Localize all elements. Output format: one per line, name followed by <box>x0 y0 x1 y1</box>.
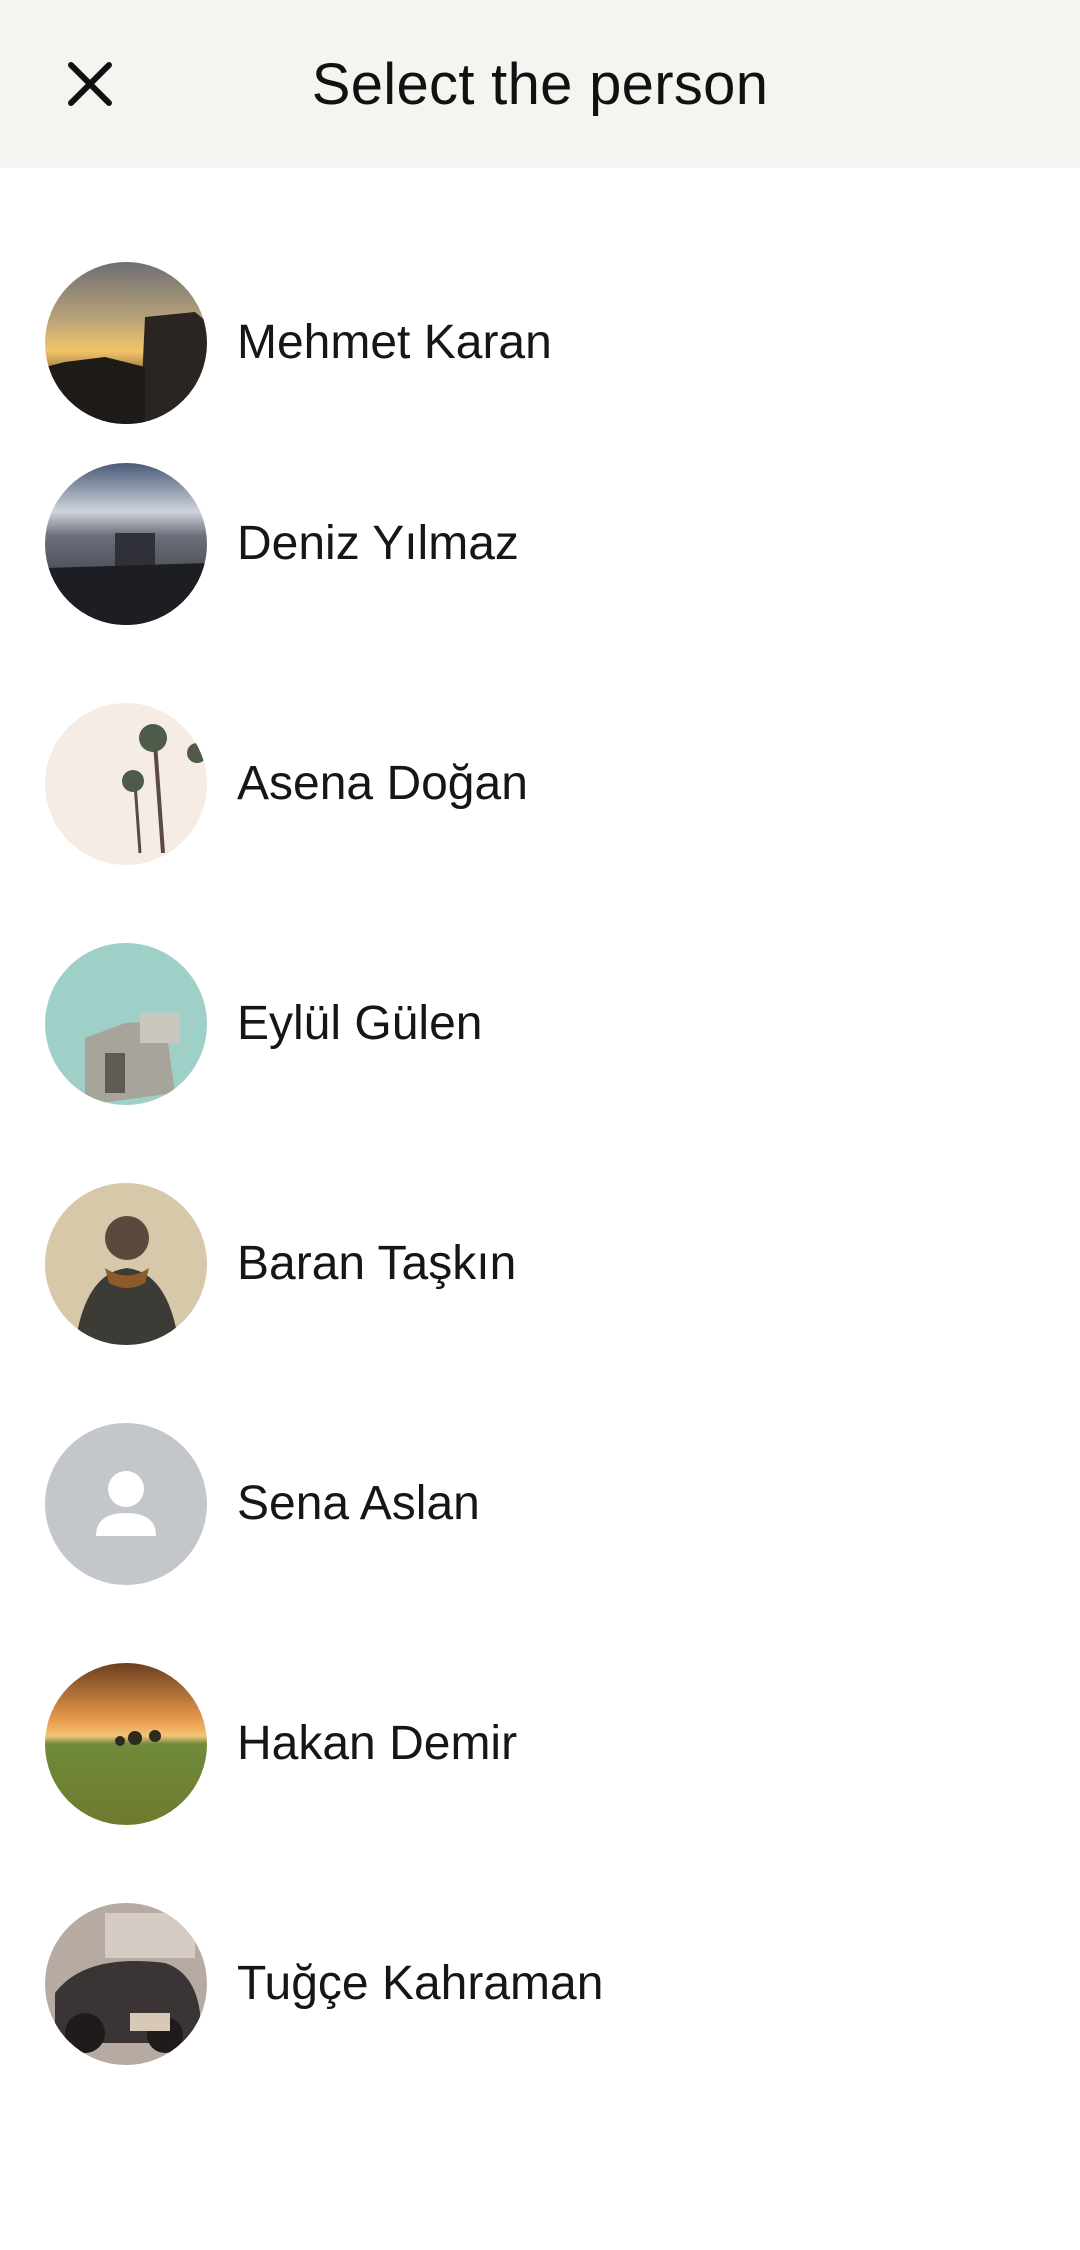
old-building-sky-photo <box>45 943 207 1105</box>
city-sunset-photo <box>45 262 207 424</box>
avatar <box>45 262 207 424</box>
contact-item[interactable]: Asena Doğan <box>0 664 1080 904</box>
avatar <box>45 943 207 1105</box>
contact-item[interactable]: Hakan Demir <box>0 1624 1080 1864</box>
contact-name: Eylül Gülen <box>237 997 483 1050</box>
avatar <box>45 703 207 865</box>
contact-list: Mehmet Karan Deniz Yılmaz Asena Doğan Ey… <box>0 168 1080 2104</box>
avatar <box>45 463 207 625</box>
contact-item[interactable]: Mehmet Karan <box>0 262 1080 424</box>
contact-name: Mehmet Karan <box>237 316 552 369</box>
avatar <box>45 1663 207 1825</box>
default-person-icon <box>45 1423 207 1585</box>
contact-name: Tuğçe Kahraman <box>237 1957 604 2010</box>
contact-name: Deniz Yılmaz <box>237 517 519 570</box>
contact-item[interactable]: Baran Taşkın <box>0 1144 1080 1384</box>
header-bar: Select the person <box>0 0 1080 168</box>
contact-item[interactable]: Tuğçe Kahraman <box>0 1864 1080 2104</box>
contact-picker-screen: Select the person Mehmet Karan Deniz Yıl… <box>0 0 1080 2250</box>
page-title: Select the person <box>311 52 769 117</box>
avatar <box>45 1423 207 1585</box>
vintage-car-photo <box>45 1903 207 2065</box>
palm-trees-photo <box>45 703 207 865</box>
contact-item[interactable]: Deniz Yılmaz <box>0 424 1080 664</box>
contact-name: Baran Taşkın <box>237 1237 517 1290</box>
contact-item[interactable]: Eylül Gülen <box>0 904 1080 1144</box>
contact-name: Hakan Demir <box>237 1717 518 1770</box>
field-sunset-photo <box>45 1663 207 1825</box>
contact-name: Asena Doğan <box>237 757 528 810</box>
contact-item[interactable]: Sena Aslan <box>0 1384 1080 1624</box>
cloudy-coast-photo <box>45 463 207 625</box>
avatar <box>45 1183 207 1345</box>
avatar <box>45 1903 207 2065</box>
person-back-photo <box>45 1183 207 1345</box>
contact-name: Sena Aslan <box>237 1477 480 1530</box>
